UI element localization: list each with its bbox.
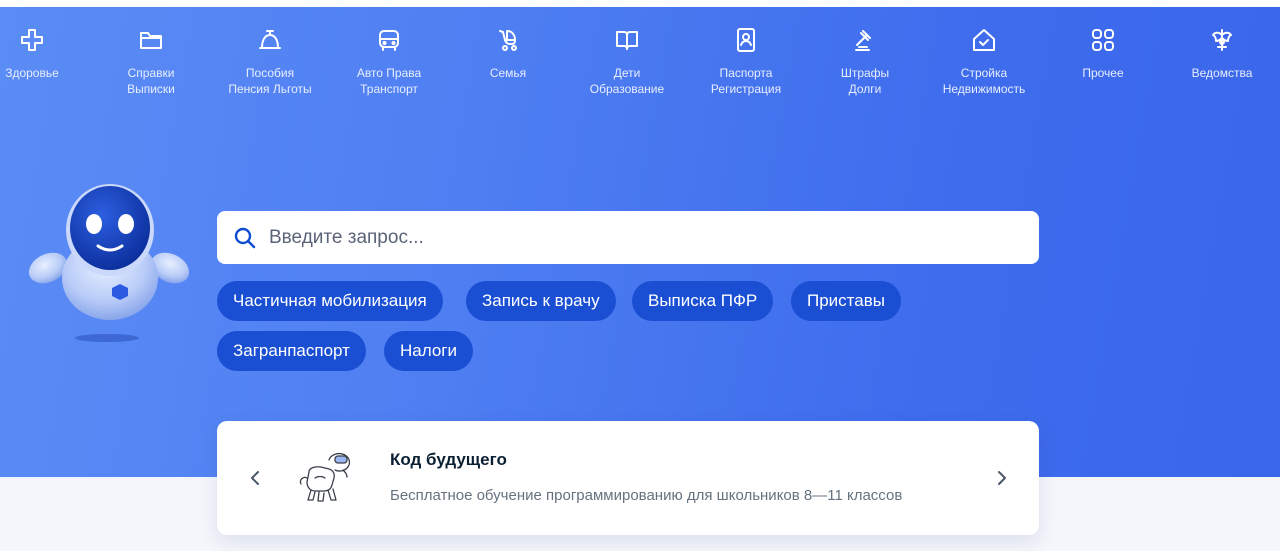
category-agencies[interactable]: Ведомства (1162, 27, 1280, 81)
gavel-icon (852, 27, 878, 53)
category-passports[interactable]: Паспорта Регистрация (686, 27, 806, 97)
chevron-right-icon[interactable] (991, 464, 1013, 492)
category-label: Семья (489, 66, 527, 80)
category-other[interactable]: Прочее (1043, 27, 1163, 81)
grid-icon (1090, 27, 1116, 53)
stroller-icon (495, 27, 521, 53)
category-health[interactable]: Здоровье (0, 27, 92, 81)
chip-mobilization[interactable]: Частичная мобилизация (217, 281, 443, 321)
category-nav: Здоровье Справки Выписки Пособия Пенсия … (0, 27, 1280, 117)
category-label: Авто Права Транспорт (356, 66, 422, 96)
chip-bailiffs[interactable]: Приставы (791, 281, 901, 321)
robot-mascot (22, 180, 194, 350)
passport-icon (733, 27, 759, 53)
category-documents[interactable]: Справки Выписки (91, 27, 211, 97)
book-icon (614, 27, 640, 53)
bell-icon (257, 27, 283, 53)
chip-foreign-passport[interactable]: Загранпаспорт (217, 331, 366, 371)
promo-card[interactable]: Код будущего Бесплатное обучение програм… (217, 421, 1039, 535)
search-bar[interactable] (217, 211, 1039, 264)
category-label: Паспорта Регистрация (710, 66, 782, 96)
category-label: Стройка Недвижимость (942, 66, 1026, 96)
promo-subtitle: Бесплатное обучение программированию для… (390, 487, 903, 504)
top-strip (0, 0, 1280, 7)
search-input[interactable] (269, 217, 1009, 258)
category-realty[interactable]: Стройка Недвижимость (924, 27, 1044, 97)
chip-taxes[interactable]: Налоги (384, 331, 473, 371)
category-label: Ведомства (1191, 66, 1253, 80)
category-children[interactable]: Дети Образование (567, 27, 687, 97)
category-label: Штрафы Долги (840, 66, 890, 96)
folder-icon (138, 27, 164, 53)
chevron-left-icon[interactable] (244, 464, 266, 492)
plus-icon (19, 27, 45, 53)
category-label: Здоровье (5, 66, 59, 80)
robot-dog-icon (295, 448, 355, 506)
category-label: Справки Выписки (127, 66, 175, 96)
chip-pfr-statement[interactable]: Выписка ПФР (632, 281, 774, 321)
promo-title: Код будущего (390, 450, 507, 469)
emblem-icon (1209, 27, 1235, 53)
search-icon (234, 227, 256, 249)
category-label: Пособия Пенсия Льготы (228, 66, 312, 96)
category-benefits[interactable]: Пособия Пенсия Льготы (210, 27, 330, 97)
category-family[interactable]: Семья (448, 27, 568, 81)
chip-doctor-appointment[interactable]: Запись к врачу (466, 281, 616, 321)
house-icon (971, 27, 997, 53)
category-label: Дети Образование (589, 66, 665, 96)
category-fines[interactable]: Штрафы Долги (805, 27, 925, 97)
car-icon (376, 27, 402, 53)
category-label: Прочее (1082, 66, 1124, 80)
category-auto[interactable]: Авто Права Транспорт (329, 27, 449, 97)
